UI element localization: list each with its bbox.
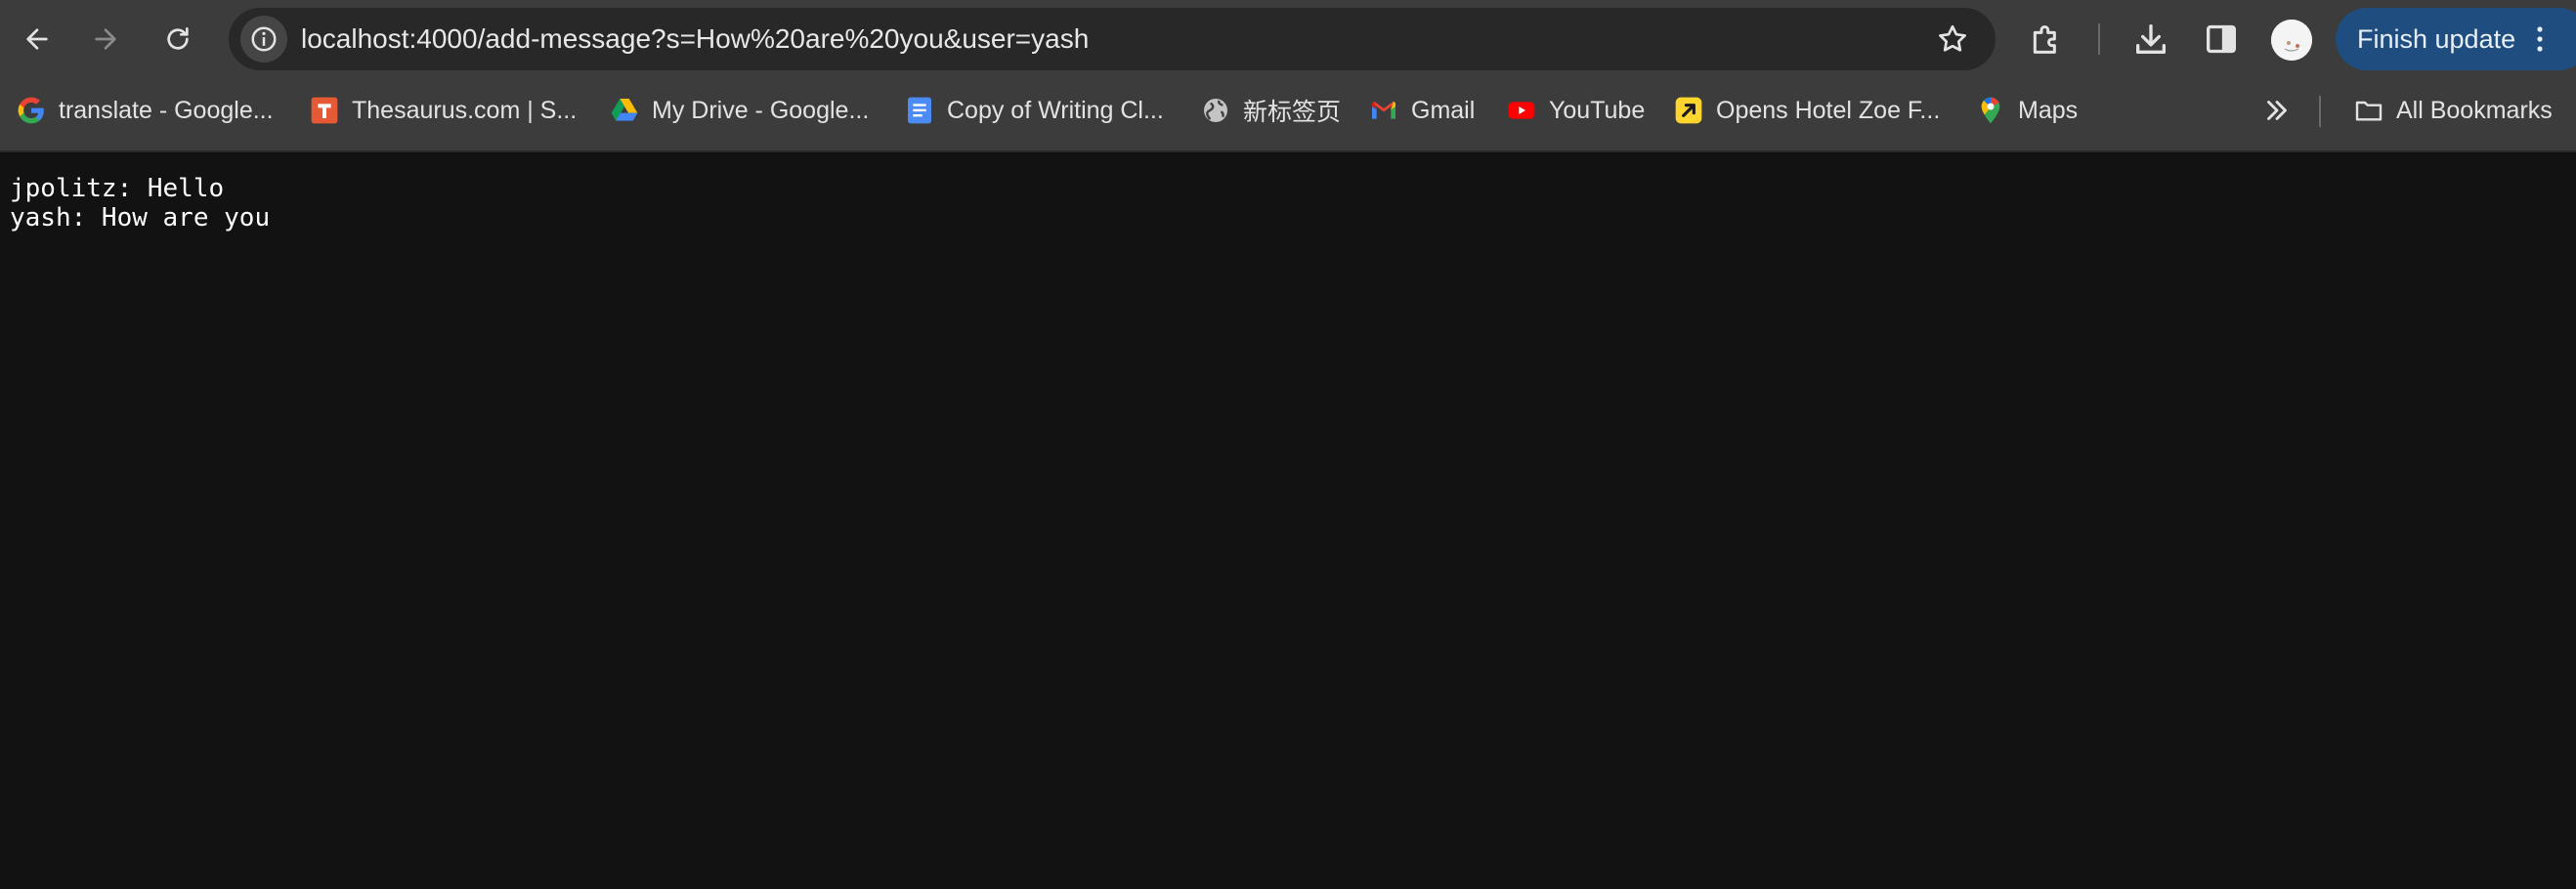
forward-button[interactable] (82, 16, 129, 63)
reload-button[interactable] (154, 16, 201, 63)
address-bar[interactable]: localhost:4000/add-message?s=How%20are%2… (229, 8, 1996, 70)
all-bookmarks-button[interactable]: All Bookmarks (2353, 78, 2553, 143)
bookmark-label: Opens Hotel Zoe F... (1716, 96, 1941, 124)
globe-icon (1204, 99, 1227, 122)
bookmark-label: My Drive - Google... (652, 96, 870, 124)
url-text[interactable]: localhost:4000/add-message?s=How%20are%2… (301, 8, 1089, 70)
bookmark-new-tab[interactable]: 新标签页 (1200, 78, 1341, 143)
youtube-icon (1508, 102, 1535, 119)
bookmark-label: Maps (2018, 96, 2079, 124)
folder-icon (2355, 101, 2383, 121)
toolbar-divider (2098, 23, 2100, 55)
bookmark-label: translate - Google... (59, 96, 274, 124)
extensions-puzzle-icon[interactable] (2027, 20, 2066, 59)
google-icon (18, 97, 44, 124)
bookmark-copy-of-writing[interactable]: Copy of Writing Cl... (904, 78, 1164, 143)
bookmark-star-icon[interactable] (1935, 21, 1970, 57)
page-content: jpolitz: Hello yash: How are you (0, 152, 2576, 889)
bookmarks-divider (2319, 96, 2321, 127)
bookmarks-bar: translate - Google... Thesaurus.com | S.… (0, 78, 2576, 152)
kebab-menu-icon[interactable] (2537, 25, 2543, 53)
bookmark-youtube[interactable]: YouTube (1506, 78, 1645, 143)
google-docs-icon (908, 97, 931, 124)
finish-update-label: Finish update (2357, 24, 2516, 54)
bookmark-label: Thesaurus.com | S... (352, 96, 578, 124)
all-bookmarks-label: All Bookmarks (2396, 96, 2553, 124)
side-panel-icon[interactable] (2202, 20, 2241, 59)
external-link-icon (1675, 97, 1702, 124)
bookmark-my-drive[interactable]: My Drive - Google... (609, 78, 869, 143)
message-list: jpolitz: Hello yash: How are you (10, 174, 270, 233)
avatar-image (2271, 20, 2312, 61)
bookmark-thesaurus[interactable]: Thesaurus.com | S... (309, 78, 577, 143)
bookmark-label: Gmail (1411, 96, 1476, 124)
bookmark-maps[interactable]: Maps (1975, 78, 2078, 143)
reload-icon (167, 27, 189, 50)
site-info-button[interactable] (240, 16, 287, 63)
finish-update-button[interactable]: Finish update (2336, 8, 2576, 70)
message-line: jpolitz: Hello (10, 174, 225, 203)
gmail-icon (1372, 101, 1395, 119)
google-drive-icon (611, 99, 638, 121)
bookmark-translate[interactable]: translate - Google... (16, 78, 274, 143)
maps-pin-icon (1981, 97, 2000, 124)
thesaurus-icon (311, 97, 338, 124)
info-icon (251, 26, 277, 52)
profile-avatar[interactable] (2271, 20, 2312, 61)
arrow-right-icon (95, 28, 116, 50)
bookmark-label: Copy of Writing Cl... (947, 96, 1164, 124)
browser-toolbar: localhost:4000/add-message?s=How%20are%2… (0, 0, 2576, 78)
bookmark-opens-hotel[interactable]: Opens Hotel Zoe F... (1673, 78, 1940, 143)
bookmark-label: 新标签页 (1243, 99, 1342, 126)
download-icon[interactable] (2131, 20, 2170, 59)
message-line: yash: How are you (10, 203, 271, 233)
bookmark-label: YouTube (1549, 96, 1646, 124)
bookmark-gmail[interactable]: Gmail (1368, 78, 1475, 143)
chevron-double-right-icon[interactable] (2260, 94, 2294, 127)
back-button[interactable] (14, 16, 61, 63)
arrow-left-icon (26, 28, 48, 50)
